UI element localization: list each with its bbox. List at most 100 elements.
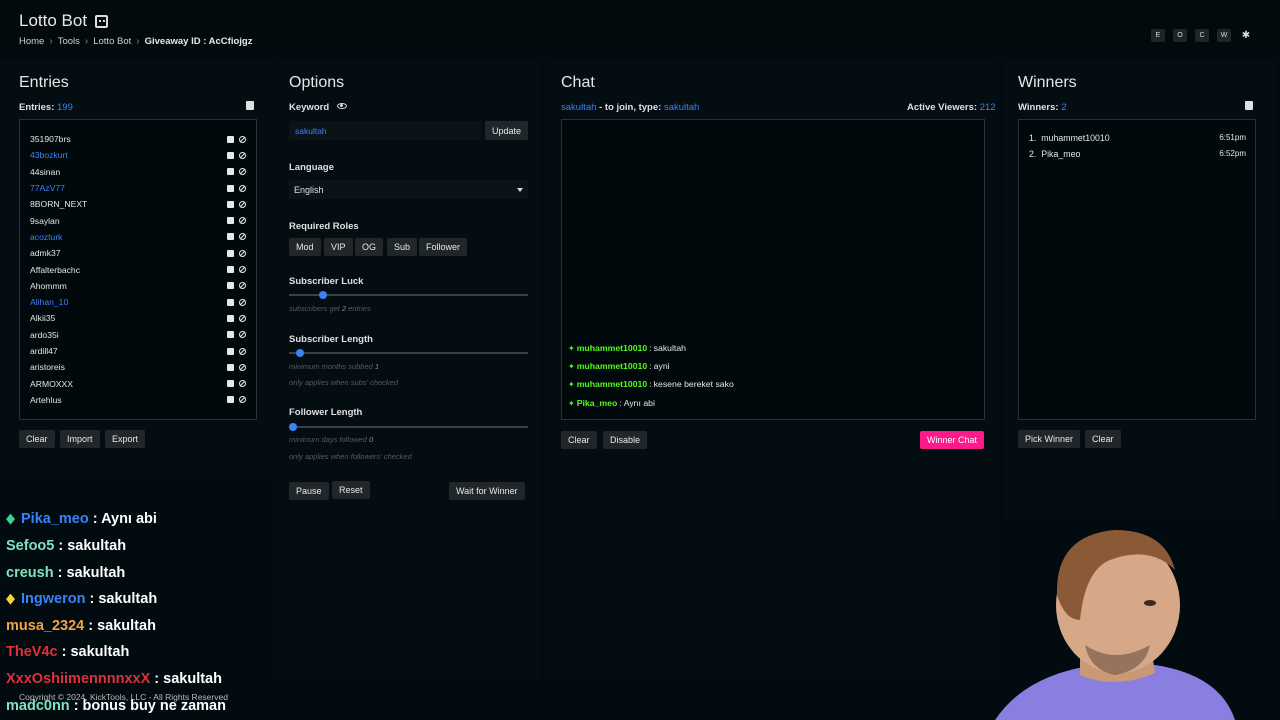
- entries-list[interactable]: 351907brs 43bozkurt 44sinan 77AzV77 8BORN_NE…: [19, 119, 257, 420]
- checkbox-icon[interactable]: [227, 396, 234, 404]
- ban-icon[interactable]: [239, 184, 246, 192]
- chat-message-user[interactable]: muhammet10010: [577, 343, 648, 353]
- chat-toggle-button[interactable]: C: [1195, 29, 1209, 42]
- entries-export-button[interactable]: Export: [105, 430, 146, 448]
- ban-icon[interactable]: [239, 151, 246, 159]
- ban-icon[interactable]: [239, 331, 246, 339]
- follower-length-slider[interactable]: [289, 423, 528, 431]
- reset-button[interactable]: Reset: [332, 481, 370, 499]
- eye-icon[interactable]: [337, 103, 347, 109]
- app-title-text: Lotto Bot: [19, 11, 88, 30]
- checkbox-icon[interactable]: [227, 135, 234, 143]
- checkbox-icon[interactable]: [227, 347, 234, 355]
- overlay-chat-message: Sefoo5 : sakultah: [6, 538, 126, 554]
- entry-row[interactable]: 44sinan: [30, 164, 256, 180]
- entry-row[interactable]: Ahommm: [30, 278, 256, 294]
- ban-icon[interactable]: [239, 314, 246, 322]
- entry-row[interactable]: ARMOXXX: [30, 375, 256, 391]
- ban-icon[interactable]: [239, 380, 246, 388]
- ban-icon[interactable]: [239, 347, 246, 355]
- entry-row[interactable]: admk37: [30, 245, 256, 261]
- winners-clear-button[interactable]: Clear: [1085, 430, 1121, 448]
- pause-button[interactable]: Pause: [289, 482, 329, 500]
- wait-for-winner-button[interactable]: Wait for Winner: [449, 482, 525, 500]
- checkbox-icon[interactable]: [227, 217, 234, 225]
- checkbox-icon[interactable]: [227, 266, 234, 274]
- breadcrumb-lotto-bot[interactable]: Lotto Bot: [93, 36, 131, 47]
- settings-icon[interactable]: ✱: [1239, 29, 1253, 42]
- copy-entries-icon[interactable]: [246, 101, 254, 110]
- entry-row[interactable]: 9saylan: [30, 212, 256, 228]
- chat-disable-button[interactable]: Disable: [603, 431, 648, 449]
- role-og-button[interactable]: OG: [355, 238, 384, 256]
- entry-row[interactable]: ardo35i: [30, 327, 256, 343]
- winner-chat-button[interactable]: Winner Chat: [920, 431, 985, 449]
- entry-row[interactable]: Alkii35: [30, 310, 256, 326]
- checkbox-icon[interactable]: [227, 233, 234, 241]
- update-button[interactable]: Update: [485, 121, 529, 140]
- chat-channel[interactable]: sakultah: [561, 102, 596, 113]
- role-follower-button[interactable]: Follower: [419, 238, 468, 256]
- ban-icon[interactable]: [239, 135, 246, 143]
- entries-toggle-button[interactable]: E: [1151, 29, 1165, 42]
- checkbox-icon[interactable]: [227, 363, 234, 371]
- chat-message-user[interactable]: muhammet10010: [577, 379, 648, 389]
- checkbox-icon[interactable]: [227, 298, 234, 306]
- ban-icon[interactable]: [239, 249, 246, 257]
- sub-luck-thumb[interactable]: [318, 291, 327, 299]
- keyword-input[interactable]: sakultah: [289, 121, 481, 140]
- chat-message-user[interactable]: muhammet10010: [577, 361, 648, 371]
- chat-message-user[interactable]: Pika_meo: [577, 398, 618, 408]
- chat-message-text: kesene bereket sako: [653, 379, 734, 389]
- chat-clear-button[interactable]: Clear: [561, 431, 597, 449]
- role-sub-button[interactable]: Sub: [387, 238, 418, 256]
- follower-length-thumb[interactable]: [289, 423, 297, 431]
- copy-winners-icon[interactable]: [1245, 101, 1253, 110]
- ban-icon[interactable]: [239, 363, 246, 371]
- winners-toggle-button[interactable]: W: [1217, 29, 1231, 42]
- ban-icon[interactable]: [239, 200, 246, 208]
- entry-row[interactable]: acozturk: [30, 229, 256, 245]
- ban-icon[interactable]: [239, 233, 246, 241]
- entry-row[interactable]: Artehlus: [30, 392, 256, 408]
- checkbox-icon[interactable]: [227, 151, 234, 159]
- ban-icon[interactable]: [239, 396, 246, 404]
- checkbox-icon[interactable]: [227, 200, 234, 208]
- entry-row[interactable]: ardill47: [30, 343, 256, 359]
- entry-row[interactable]: aristoreis: [30, 359, 256, 375]
- checkbox-icon[interactable]: [227, 184, 234, 192]
- ban-icon[interactable]: [239, 217, 246, 225]
- ban-icon[interactable]: [239, 266, 246, 274]
- entry-row[interactable]: 8BORN_NEXT: [30, 196, 256, 212]
- ban-icon[interactable]: [239, 298, 246, 306]
- entry-row[interactable]: 77AzV77: [30, 180, 256, 196]
- entry-row[interactable]: Alihan_10: [30, 294, 256, 310]
- checkbox-icon[interactable]: [227, 282, 234, 290]
- entry-row[interactable]: Affalterbachc: [30, 261, 256, 277]
- options-toggle-button[interactable]: O: [1173, 29, 1187, 42]
- checkbox-icon[interactable]: [227, 380, 234, 388]
- language-select[interactable]: English: [289, 180, 528, 199]
- breadcrumb-tools[interactable]: Tools: [58, 36, 80, 47]
- ban-icon[interactable]: [239, 168, 246, 176]
- entry-row[interactable]: 43bozkurt: [30, 147, 256, 163]
- checkbox-icon[interactable]: [227, 168, 234, 176]
- chat-box[interactable]: [561, 119, 985, 420]
- language-select-value: English: [294, 184, 324, 195]
- role-mod-button[interactable]: Mod: [289, 238, 321, 256]
- breadcrumb-home[interactable]: Home: [19, 36, 44, 47]
- entries-clear-button[interactable]: Clear: [19, 430, 55, 448]
- winner-row[interactable]: 2. Pika_meo 6:52pm: [1029, 149, 1246, 159]
- overlay-chat-message: Ingweron : sakultah: [6, 591, 157, 607]
- ban-icon[interactable]: [239, 282, 246, 290]
- entry-row[interactable]: 351907brs: [30, 131, 256, 147]
- entries-import-button[interactable]: Import: [60, 430, 100, 448]
- role-vip-button[interactable]: VIP: [324, 238, 353, 256]
- pick-winner-button[interactable]: Pick Winner: [1018, 430, 1081, 448]
- checkbox-icon[interactable]: [227, 249, 234, 257]
- winner-row[interactable]: 1. muhammet10010 6:51pm: [1029, 133, 1246, 143]
- checkbox-icon[interactable]: [227, 314, 234, 322]
- sub-luck-slider[interactable]: [289, 291, 528, 299]
- checkbox-icon[interactable]: [227, 331, 234, 339]
- sub-length-slider[interactable]: [289, 349, 528, 357]
